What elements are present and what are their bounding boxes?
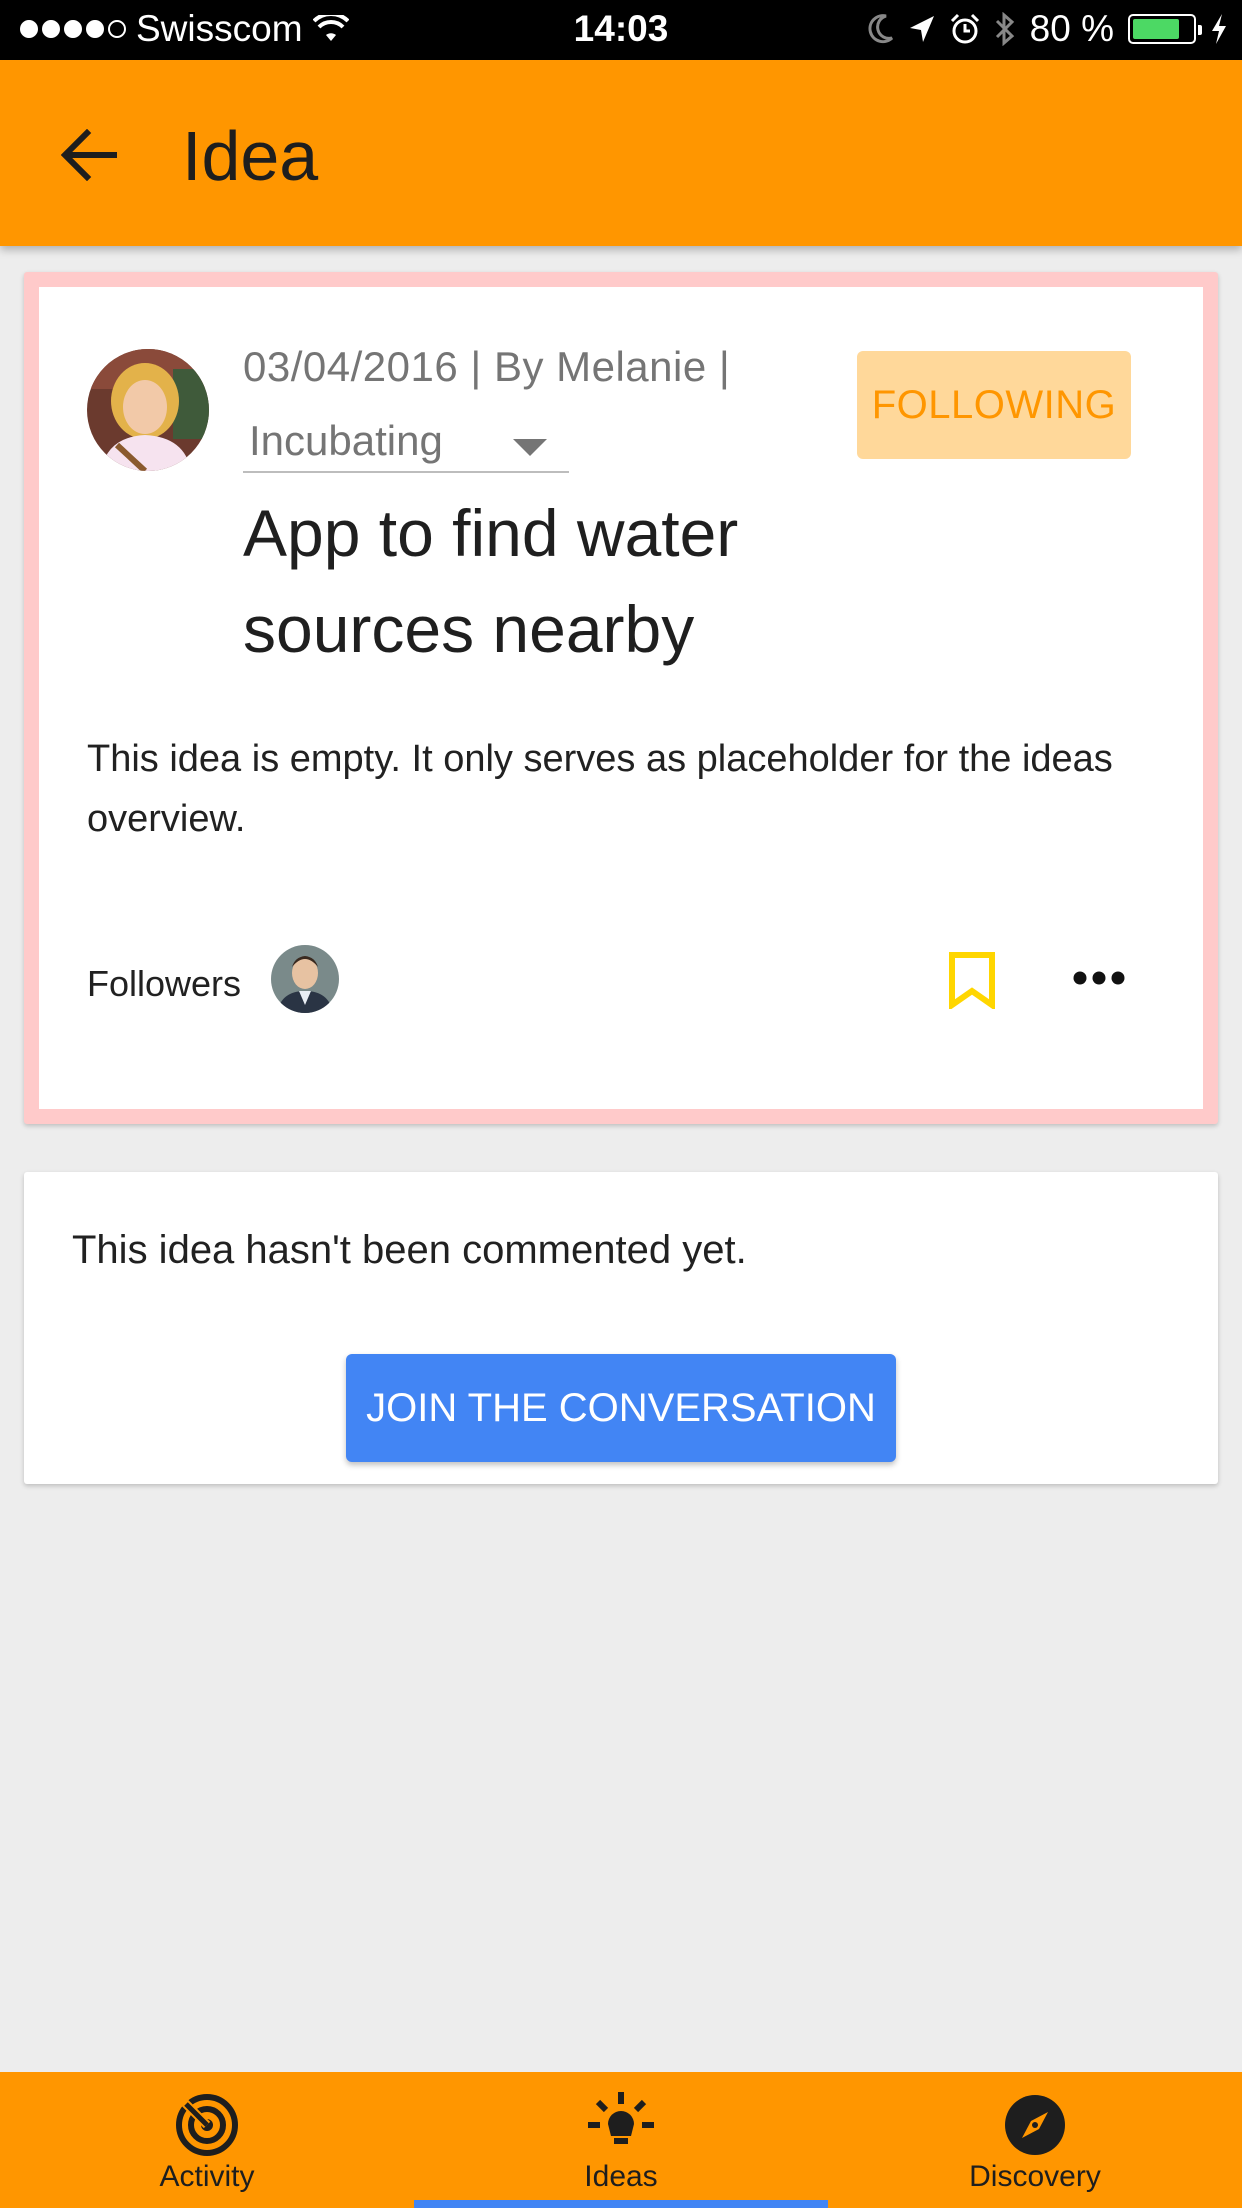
- nav-item-activity[interactable]: Activity: [0, 2072, 414, 2208]
- bookmark-icon: [949, 952, 995, 1011]
- join-conversation-button[interactable]: JOIN THE CONVERSATION: [346, 1354, 896, 1462]
- moon-icon: [868, 14, 893, 44]
- comments-card: This idea hasn't been commented yet. JOI…: [24, 1172, 1218, 1484]
- status-dropdown[interactable]: Incubating: [243, 409, 569, 473]
- page-title: Idea: [182, 117, 319, 195]
- battery-percent: 80 %: [1029, 8, 1114, 49]
- idea-description: This idea is empty. It only serves as pl…: [87, 738, 1113, 840]
- arrow-back-icon: [61, 129, 117, 181]
- idea-meta: 03/04/2016 | By Melanie |: [243, 343, 731, 390]
- bluetooth-icon: [995, 12, 1014, 46]
- followers-label: Followers: [87, 963, 242, 1004]
- bookmark-button[interactable]: [947, 951, 997, 1011]
- more-options-button[interactable]: [1069, 953, 1129, 1003]
- following-button[interactable]: FOLLOWING: [857, 351, 1131, 459]
- idea-title: App to find water sources nearby: [243, 496, 739, 666]
- location-arrow-icon: [909, 16, 934, 42]
- compass-icon: [1005, 2095, 1065, 2155]
- idea-screen: Swisscom 14:03 80 % Idea 03/04/2016 | By…: [0, 0, 1242, 2208]
- nav-item-ideas[interactable]: Ideas: [414, 2072, 828, 2208]
- nav-item-discovery[interactable]: Discovery: [828, 2072, 1242, 2208]
- chevron-down-icon: [513, 439, 547, 456]
- bottom-navigation: Activity Ideas Discovery: [0, 2072, 1242, 2208]
- no-comments-text: This idea hasn't been commented yet.: [72, 1228, 747, 1272]
- author-avatar[interactable]: [87, 349, 209, 471]
- status-bar-right: 80 %: [866, 8, 1228, 50]
- more-horiz-icon: [1073, 971, 1125, 985]
- idea-card: 03/04/2016 | By Melanie | Incubating FOL…: [24, 272, 1218, 1124]
- follower-avatar[interactable]: [271, 945, 339, 1013]
- app-bar: Idea: [0, 60, 1242, 246]
- active-tab-indicator: [414, 2200, 828, 2208]
- radar-icon: [176, 2094, 238, 2156]
- nav-label-discovery: Discovery: [969, 2160, 1101, 2193]
- back-button[interactable]: [54, 120, 124, 190]
- nav-label-activity: Activity: [159, 2160, 255, 2193]
- lightbulb-icon: [588, 2092, 654, 2144]
- status-bar: Swisscom 14:03 80 %: [0, 0, 1242, 60]
- battery-icon: [1128, 14, 1202, 44]
- charging-bolt-icon: [1212, 14, 1226, 44]
- alarm-icon: [950, 13, 979, 44]
- status-value: Incubating: [249, 417, 443, 464]
- nav-label-ideas: Ideas: [584, 2160, 658, 2193]
